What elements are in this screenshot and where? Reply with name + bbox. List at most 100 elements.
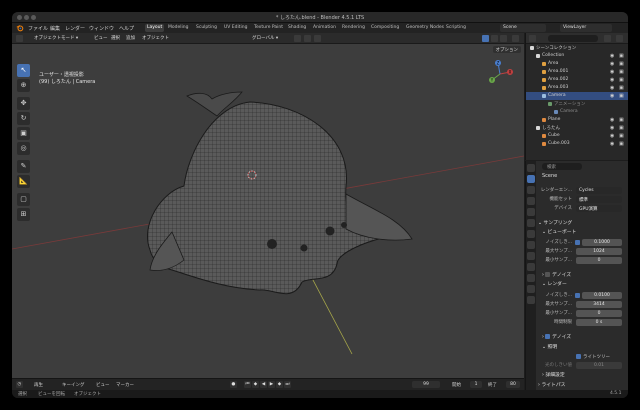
render-camera-icon[interactable]: ▣ [619, 117, 624, 123]
menu-select[interactable]: 選択 [111, 35, 120, 42]
filter-icon[interactable] [604, 35, 611, 42]
timeline-view-menu[interactable]: ビュー [96, 382, 110, 388]
light-threshold-field[interactable]: 0.01 [576, 362, 622, 369]
render-subpanel-header[interactable]: ⌄ レンダー [542, 280, 628, 288]
jump-start-icon[interactable]: ⏮ [244, 381, 251, 388]
render-camera-icon[interactable]: ▣ [619, 77, 624, 83]
render-denoise-header[interactable]: › デノイズ [542, 333, 628, 341]
outliner-row[interactable]: しろたん ◉ ▣ [526, 124, 628, 132]
render-camera-icon[interactable]: ▣ [619, 61, 624, 67]
outliner-row[interactable]: アニメーション [526, 100, 628, 108]
outliner-row[interactable]: Camera ◉ ▣ [526, 92, 628, 100]
viewport-canvas[interactable] [12, 44, 524, 378]
outliner-row[interactable]: シーンコレクション [526, 44, 628, 52]
menu-render[interactable]: レンダー [65, 25, 85, 32]
jump-end-icon[interactable]: ⏭ [284, 381, 291, 388]
visibility-eye-icon[interactable]: ◉ [610, 141, 614, 147]
next-key-icon[interactable]: ◆ [276, 381, 283, 388]
move-icon[interactable]: ✥ [17, 97, 30, 110]
menu-help[interactable]: ヘルプ [119, 25, 134, 32]
measure-icon[interactable]: 📐 [17, 175, 30, 188]
view-layer-selector[interactable]: ViewLayer [560, 24, 612, 32]
blender-logo-icon[interactable] [16, 24, 24, 32]
start-frame-field[interactable]: 1 [470, 381, 482, 388]
render-min-samples-field[interactable]: 0 [576, 310, 622, 317]
keying-dropdown[interactable]: キーイング [62, 382, 85, 388]
visibility-eye-icon[interactable]: ◉ [610, 69, 614, 75]
render-camera-icon[interactable]: ▣ [619, 125, 624, 131]
visibility-eye-icon[interactable]: ◉ [610, 117, 614, 123]
menu-file[interactable]: ファイル [28, 25, 48, 32]
material-shading-icon[interactable] [491, 35, 498, 42]
render-denoise-checkbox[interactable] [545, 334, 551, 339]
properties-search-input[interactable]: 検索 [542, 163, 582, 170]
render-noise-checkbox[interactable] [575, 293, 580, 298]
play-icon[interactable]: ▶ [268, 381, 275, 388]
tab-rendering[interactable]: Rendering [340, 24, 367, 32]
render-camera-icon[interactable]: ▣ [619, 85, 624, 91]
render-camera-icon[interactable]: ▣ [619, 93, 624, 99]
physics-tab-icon[interactable] [527, 263, 535, 271]
viewport-max-samples-field[interactable]: 1024 [576, 248, 622, 255]
output-tab-icon[interactable] [527, 186, 535, 194]
playback-dropdown[interactable]: 再生 [34, 382, 43, 388]
outliner-row[interactable]: Cube.003 ◉ ▣ [526, 140, 628, 148]
pivot-icon[interactable] [294, 35, 301, 42]
tab-texture-paint[interactable]: Texture Paint [252, 24, 285, 32]
3d-viewport[interactable]: ユーザー・透視投影 (99) しろたん | Camera オプション ↖ ⊕ ✥… [12, 44, 524, 378]
viewport-denoise-checkbox[interactable] [545, 272, 551, 277]
orientation-dropdown[interactable]: グローバル ▾ [252, 35, 278, 42]
menu-object[interactable]: オブジェクト [142, 35, 169, 42]
scale-icon[interactable]: ▣ [17, 127, 30, 140]
viewport-subpanel-header[interactable]: ⌄ ビューポート [542, 228, 628, 236]
visibility-eye-icon[interactable]: ◉ [610, 77, 614, 83]
light-paths-panel-header[interactable]: › ライトパス [538, 381, 626, 389]
constraints-tab-icon[interactable] [527, 274, 535, 282]
outliner-row[interactable]: Cube ◉ ▣ [526, 132, 628, 140]
tab-uv-editing[interactable]: UV Editing [222, 24, 249, 32]
marker-menu[interactable]: マーカー [116, 382, 134, 388]
render-camera-icon[interactable]: ▣ [619, 133, 624, 139]
visibility-eye-icon[interactable]: ◉ [610, 61, 614, 67]
tab-layout[interactable]: Layout [145, 24, 165, 32]
record-icon[interactable]: ● [230, 381, 237, 388]
rendered-shading-icon[interactable] [500, 35, 507, 42]
viewport-denoise-header[interactable]: › デノイズ [542, 271, 628, 279]
outliner-row[interactable]: Plane ◉ ▣ [526, 116, 628, 124]
current-frame-field[interactable]: 99 [412, 381, 440, 388]
add-cube-icon[interactable]: ▢ [17, 193, 30, 206]
solid-shading-icon[interactable] [482, 35, 489, 42]
outliner-search-input[interactable] [548, 35, 598, 42]
advanced-subpanel-header[interactable]: › 詳細設定 [542, 371, 628, 379]
tab-scripting[interactable]: Scripting [444, 24, 468, 32]
annotate-icon[interactable]: ✎ [17, 160, 30, 173]
visibility-eye-icon[interactable]: ◉ [610, 133, 614, 139]
render-camera-icon[interactable]: ▣ [619, 141, 624, 147]
render-noise-field[interactable]: 0.0100 [582, 292, 622, 299]
menu-view[interactable]: ビュー [94, 35, 108, 42]
timeline-editor-icon[interactable]: ◷ [16, 381, 23, 388]
proportional-edit-icon[interactable] [314, 35, 321, 42]
render-camera-icon[interactable]: ▣ [619, 53, 624, 59]
data-tab-icon[interactable] [527, 285, 535, 293]
modifier-tab-icon[interactable] [527, 252, 535, 260]
visibility-eye-icon[interactable]: ◉ [610, 125, 614, 131]
time-limit-field[interactable]: 0 s [576, 319, 622, 326]
collection-tab-icon[interactable] [527, 230, 535, 238]
visibility-eye-icon[interactable]: ◉ [610, 53, 614, 59]
render-engine-dropdown[interactable]: Cycles [576, 187, 622, 194]
mode-dropdown[interactable]: オブジェクトモード ▾ [34, 35, 78, 42]
outliner-row[interactable]: Collection ◉ ▣ [526, 52, 628, 60]
world-tab-icon[interactable] [527, 219, 535, 227]
visibility-eye-icon[interactable]: ◉ [610, 93, 614, 99]
visibility-eye-icon[interactable]: ◉ [610, 85, 614, 91]
outliner-row[interactable]: Camera [526, 108, 628, 116]
navigation-gizmo[interactable]: X Z Y [486, 60, 514, 88]
shading-options-icon[interactable] [512, 35, 519, 42]
cursor-icon[interactable]: ⊕ [17, 79, 30, 92]
outliner-row[interactable]: Area ◉ ▣ [526, 60, 628, 68]
render-max-samples-field[interactable]: 3414 [576, 301, 622, 308]
menu-window[interactable]: ウィンドウ [89, 25, 114, 32]
light-tree-checkbox[interactable] [576, 354, 581, 359]
camera-view-icon[interactable]: ⊞ [17, 208, 30, 221]
